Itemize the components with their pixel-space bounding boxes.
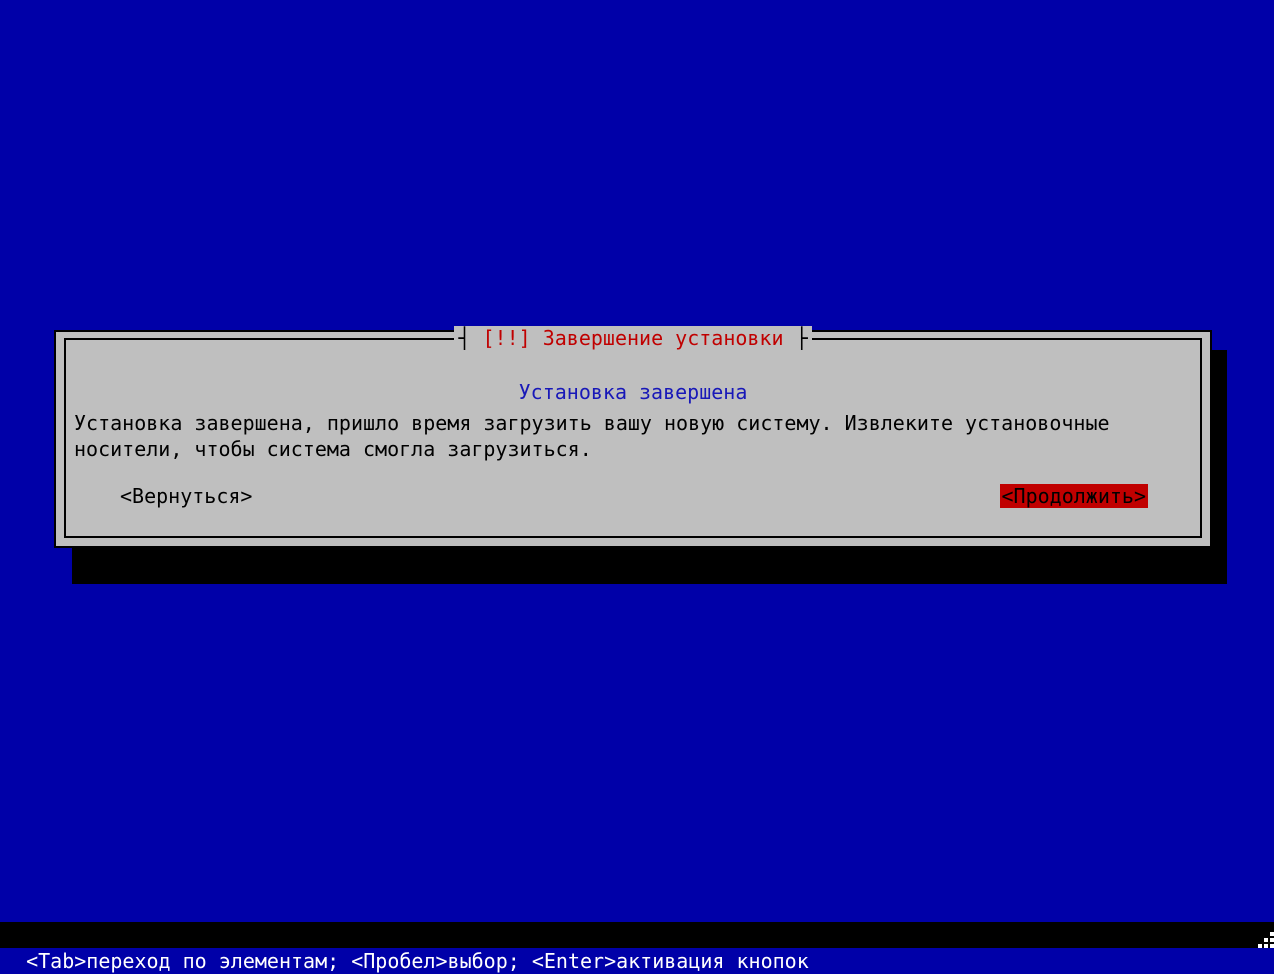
back-button[interactable]: <Вернуться> — [118, 484, 254, 508]
title-text: Завершение установки — [531, 326, 796, 350]
dialog-title-wrap: ┤ [!!] Завершение установки ├ — [66, 326, 1200, 350]
dialog-subtitle: Установка завершена — [74, 380, 1192, 404]
continue-button[interactable]: <Продолжить> — [1000, 484, 1149, 508]
dialog-title: ┤ [!!] Завершение установки ├ — [454, 326, 811, 350]
footer-text: <Tab>переход по элементам; <Пробел>выбор… — [26, 949, 809, 973]
dialog-body: Установка завершена, пришло время загруз… — [74, 410, 1192, 462]
installer-dialog: ┤ [!!] Завершение установки ├ Установка … — [54, 330, 1212, 548]
dialog-content: Установка завершена Установка завершена,… — [74, 380, 1192, 508]
title-left-tee: ┤ — [458, 326, 482, 350]
button-row: <Вернуться> <Продолжить> — [74, 484, 1192, 508]
dialog-border: ┤ [!!] Завершение установки ├ Установка … — [64, 338, 1202, 538]
title-marker: [!!] — [482, 326, 530, 350]
title-right-tee: ├ — [796, 326, 808, 350]
footer-help: <Tab>переход по элементам; <Пробел>выбор… — [0, 922, 1274, 948]
